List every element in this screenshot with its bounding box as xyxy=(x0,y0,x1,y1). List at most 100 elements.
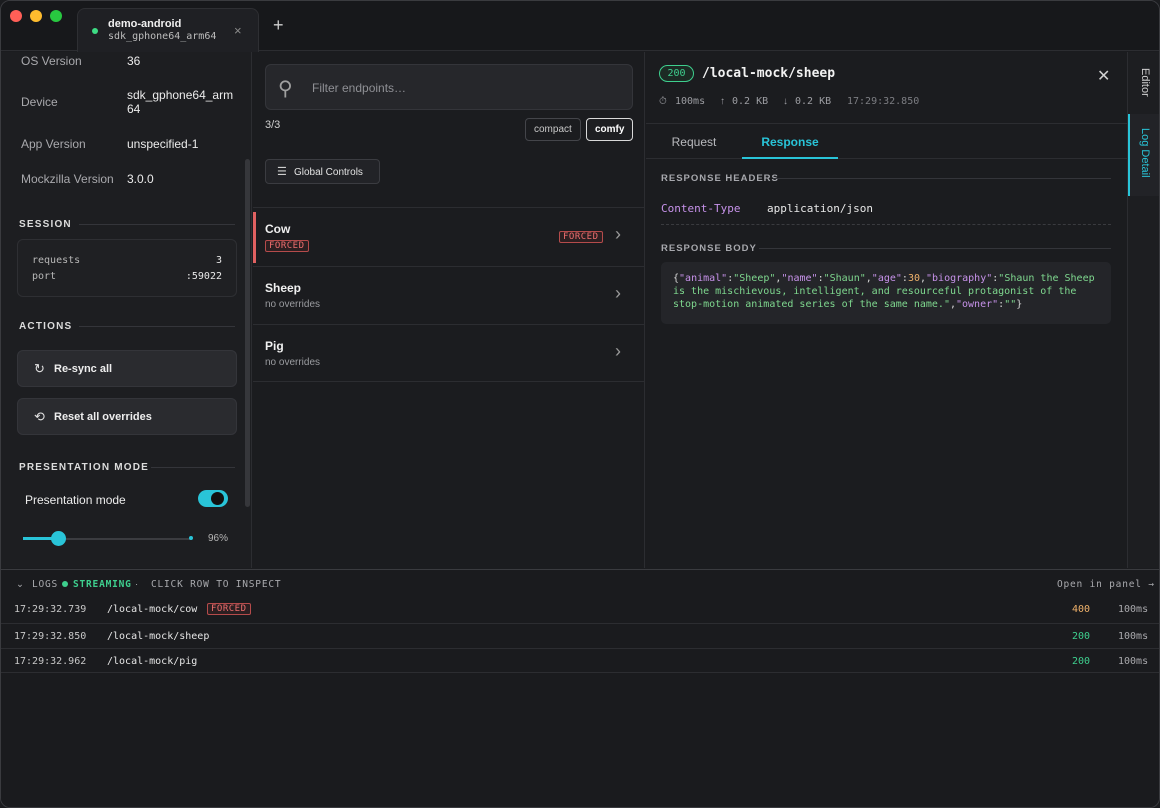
session-key: port xyxy=(32,271,57,282)
info-value: sdk_gphone64_arm64 xyxy=(127,88,234,116)
chevron-right-icon: › xyxy=(615,224,621,244)
collapse-chevron-icon[interactable]: ⌄ xyxy=(16,579,25,590)
tab-response[interactable]: Response xyxy=(742,124,838,159)
session-key: requests xyxy=(32,255,81,266)
divider xyxy=(79,326,235,327)
log-status: 200 xyxy=(1072,631,1091,642)
zoom-slider-fill xyxy=(23,537,53,540)
toggle-knob xyxy=(211,492,224,505)
divider xyxy=(151,467,235,468)
app-window: demo-android sdk_gphone64_arm64 × + OS V… xyxy=(0,0,1160,808)
logs-title: LOGS xyxy=(32,579,59,590)
endpoint-name: Sheep xyxy=(265,281,302,295)
resync-label: Re-sync all xyxy=(54,363,113,375)
filter-placeholder: Filter endpoints… xyxy=(312,81,407,95)
log-duration: 100ms xyxy=(1118,656,1149,667)
forced-badge: FORCED xyxy=(207,603,251,615)
actions-heading: ACTIONS xyxy=(19,321,73,332)
download-size: 0.2 KB xyxy=(795,96,832,107)
endpoint-list-panel: ⚲ Filter endpoints… 3/3 compact comfy ☰ … xyxy=(253,52,645,568)
upload-size: 0.2 KB xyxy=(732,96,769,107)
log-status: 200 xyxy=(1072,656,1091,667)
log-row[interactable]: 17:29:32.739 /local-mock/cow FORCED 400 … xyxy=(1,597,1159,622)
endpoint-row-cow[interactable]: Cow FORCED FORCED › xyxy=(253,207,644,265)
json-value: Shaun xyxy=(829,273,860,284)
search-icon: ⚲ xyxy=(278,78,293,100)
log-row[interactable]: 17:29:32.850 /local-mock/sheep 200 100ms xyxy=(1,623,1159,648)
log-time: 17:29:32.962 xyxy=(14,656,87,667)
density-comfy-button[interactable]: comfy xyxy=(586,118,634,141)
density-compact-button[interactable]: compact xyxy=(525,118,581,141)
header-key: Content-Type xyxy=(661,202,741,215)
endpoint-row-pig[interactable]: Pig no overrides › xyxy=(253,324,644,382)
logs-header[interactable]: ⌄ LOGS STREAMING · CLICK ROW TO INSPECT … xyxy=(1,570,1159,597)
log-duration: 100ms xyxy=(1118,604,1149,615)
endpoint-row-sheep[interactable]: Sheep no overrides › xyxy=(253,266,644,324)
info-key: Device xyxy=(21,95,58,109)
log-path: /local-mock/cow xyxy=(107,604,198,615)
zoom-value: 96% xyxy=(208,533,229,544)
log-status: 400 xyxy=(1072,604,1091,615)
chevron-right-icon: › xyxy=(615,283,621,303)
rail-tab-log-detail[interactable]: Log Detail xyxy=(1139,128,1151,178)
close-tab-icon[interactable]: × xyxy=(234,23,242,38)
response-body: {"animal":"Sheep","name":"Shaun","age":3… xyxy=(661,262,1111,324)
tab-request[interactable]: Request xyxy=(646,124,742,159)
sidebar-scrollbar[interactable] xyxy=(245,159,250,507)
log-row[interactable]: 17:29:32.962 /local-mock/pig 200 100ms xyxy=(1,648,1159,673)
presentation-mode-toggle[interactable] xyxy=(198,490,228,507)
streaming-dot xyxy=(62,581,68,587)
global-controls-button[interactable]: ☰ Global Controls xyxy=(265,159,380,184)
info-key: Mockzilla Version xyxy=(21,172,114,186)
title-bar: demo-android sdk_gphone64_arm64 × + xyxy=(1,1,1159,52)
open-in-panel-link[interactable]: Open in panel → xyxy=(1057,579,1155,590)
divider xyxy=(79,224,235,225)
sidebar: OS Version 36 Device sdk_gphone64_arm64 … xyxy=(1,52,252,568)
reset-overrides-button[interactable]: ⟲ Reset all overrides xyxy=(17,398,237,435)
presentation-heading: PRESENTATION MODE xyxy=(19,462,150,473)
right-rail: Editor Log Detail xyxy=(1127,52,1159,568)
log-path: /local-mock/pig xyxy=(107,656,198,667)
upload-arrow-icon: ↑ xyxy=(720,96,725,107)
duration: 100ms xyxy=(675,96,706,107)
logs-hint: CLICK ROW TO INSPECT xyxy=(151,579,282,590)
presentation-mode-label: Presentation mode xyxy=(25,493,126,507)
session-heading: SESSION xyxy=(19,219,72,230)
forced-status-badge: FORCED xyxy=(559,231,603,243)
close-window-button[interactable] xyxy=(10,10,22,22)
log-time: 17:29:32.850 xyxy=(14,631,87,642)
separator-dot: · xyxy=(135,579,139,590)
zoom-window-button[interactable] xyxy=(50,10,62,22)
new-tab-button[interactable]: + xyxy=(273,16,284,34)
streaming-label: STREAMING xyxy=(73,579,132,590)
log-time: 17:29:32.739 xyxy=(14,604,87,615)
history-icon: ⟲ xyxy=(34,409,45,424)
log-path: /local-mock/sheep xyxy=(107,631,210,642)
rail-tab-editor[interactable]: Editor xyxy=(1139,68,1151,97)
stopwatch-icon: ⏱ xyxy=(659,96,667,107)
sliders-icon: ☰ xyxy=(277,166,287,178)
minimize-window-button[interactable] xyxy=(30,10,42,22)
endpoint-subtitle: no overrides xyxy=(265,357,321,368)
device-tab[interactable]: demo-android sdk_gphone64_arm64 × xyxy=(77,8,259,52)
zoom-slider-thumb[interactable] xyxy=(51,531,66,546)
info-value: 36 xyxy=(127,54,141,68)
forced-accent xyxy=(253,212,256,263)
filter-field[interactable]: ⚲ Filter endpoints… xyxy=(265,64,633,110)
connection-status-dot xyxy=(92,28,98,34)
resync-all-button[interactable]: ↻ Re-sync all xyxy=(17,350,237,387)
download-arrow-icon: ↓ xyxy=(783,96,788,107)
response-headers-heading: RESPONSE HEADERS xyxy=(661,173,779,184)
endpoint-name: Cow xyxy=(265,222,291,236)
session-value: :59022 xyxy=(185,271,222,282)
close-icon[interactable]: ✕ xyxy=(1097,66,1110,86)
session-value: 3 xyxy=(215,255,222,266)
tab-subtitle: sdk_gphone64_arm64 xyxy=(108,31,217,42)
dashed-divider xyxy=(661,224,1111,225)
refresh-icon: ↻ xyxy=(34,361,45,376)
global-controls-label: Global Controls xyxy=(294,167,363,178)
divider xyxy=(773,178,1111,179)
info-key: OS Version xyxy=(21,54,82,68)
endpoint-subtitle: no overrides xyxy=(265,299,321,310)
chevron-right-icon: › xyxy=(615,341,621,361)
